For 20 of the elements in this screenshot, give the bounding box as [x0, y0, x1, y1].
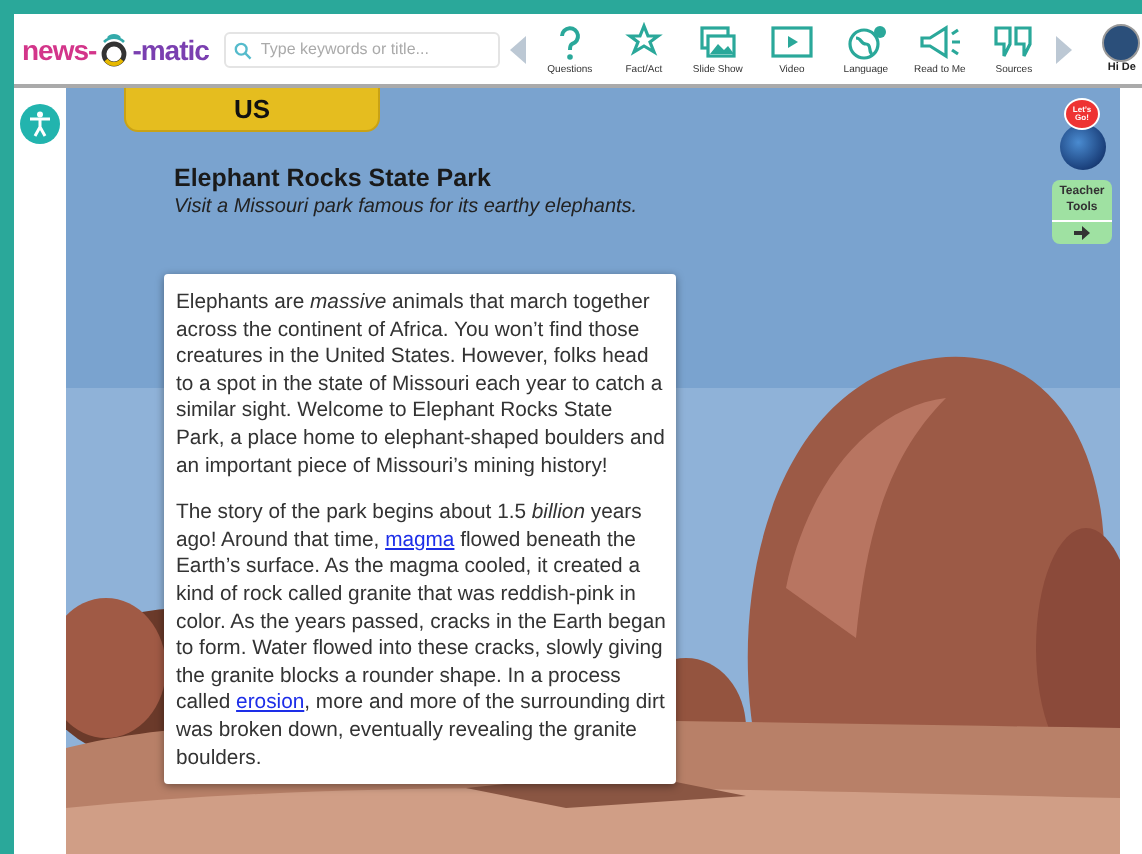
glossary-link[interactable]: magma	[385, 529, 455, 552]
quote-icon	[991, 22, 1036, 62]
glossary-link[interactable]: erosion	[236, 692, 305, 715]
person-icon	[26, 110, 54, 138]
arrow-icon	[1074, 226, 1090, 240]
article-paragraph: The story of the park begins about 1.5 billion years ago! Around that time, magma flowed beneath the Earth’s surface. As the magma cooled, it created a kind of rock called granite that was reddish-pink in color. As the years passed, cracks in the Earth began to form. Water flowed into these cracks, slowly giving the granite blocks a rounder shape. In a process called erosion, more and more of the surrounding dirt was broken down, eventually revealing the granite boulders.	[176, 500, 666, 773]
search-field[interactable]: Type keywords or title...	[224, 31, 501, 67]
left-arrow-icon[interactable]	[508, 33, 529, 65]
avatar[interactable]	[1102, 24, 1141, 62]
video-icon	[769, 22, 814, 62]
article-subtitle: Visit a Missouri park famous for its earthy elephants.	[174, 196, 638, 218]
section-tab[interactable]: US	[124, 88, 380, 132]
logo[interactable]: news- -matic	[22, 31, 209, 67]
photos-icon	[697, 22, 738, 62]
article-paragraph: Elephants are massive animals that march together across the continent of Africa. You won’t find those creatures in the United States. However, folks head to a spot in the state of Missouri each year to catch a similar sight. Welcome to Elephant Rocks State Park, a place home to elephant-shaped boulders and an important piece of Missouri’s mining history!	[176, 290, 666, 481]
right-arrow-icon[interactable]	[1054, 33, 1075, 65]
accessibility-button[interactable]	[20, 104, 60, 144]
globe-icon	[843, 22, 888, 62]
megaphone-icon	[917, 22, 962, 62]
article-title: Elephant Rocks State Park	[174, 164, 491, 192]
